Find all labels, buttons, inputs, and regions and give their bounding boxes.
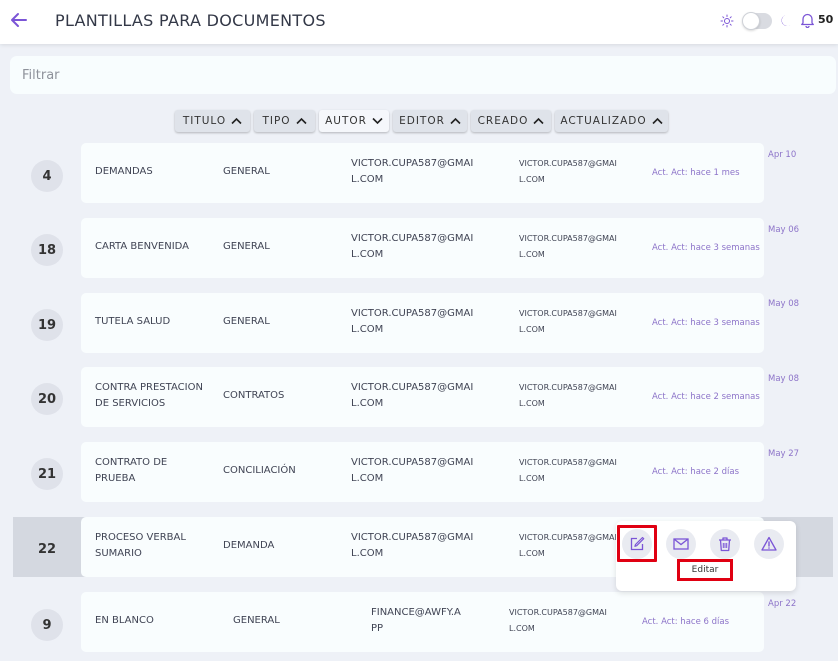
row-created-date: May 08 xyxy=(768,299,800,309)
notification-count: 50 xyxy=(818,13,834,26)
row-number: 22 xyxy=(37,541,57,557)
sort-titulo-button[interactable]: TITULO xyxy=(175,110,250,132)
chevron-up-icon xyxy=(231,117,242,125)
row-editor: VICTOR.CUPA587@GMAI L.COM xyxy=(519,309,617,334)
row-title: DEMANDAS xyxy=(95,166,153,177)
row-author: VICTOR.CUPA587@GMAI L.COM xyxy=(351,382,474,409)
send-email-button[interactable] xyxy=(666,529,696,559)
table-row[interactable]: CONTRATO DE PRUEBA CONCILIACIÓN VICTOR.CU… xyxy=(81,442,764,502)
warning-icon xyxy=(761,536,777,551)
edit-tooltip: Editar xyxy=(677,559,733,581)
chevron-up-icon xyxy=(652,117,663,125)
row-author: VICTOR.CUPA587@GMAI L.COM xyxy=(351,308,474,335)
chevron-up-icon xyxy=(450,117,461,125)
row-number: 19 xyxy=(31,309,63,341)
row-created-date: May 06 xyxy=(768,225,800,235)
theme-toggle[interactable] xyxy=(742,12,772,30)
sun-icon xyxy=(720,13,734,28)
row-author: VICTOR.CUPA587@GMAI L.COM xyxy=(351,233,474,260)
row-updated: Act. Act: hace 2 días xyxy=(652,467,740,477)
chevron-down-icon xyxy=(372,117,383,125)
sort-label: ACTUALIZADO xyxy=(560,115,647,127)
row-title: PROCESO VERBAL SUMARIO xyxy=(95,532,186,559)
row-updated: Act. Act: hace 3 semanas xyxy=(652,243,760,253)
row-editor: VICTOR.CUPA587@GMAI L.COM xyxy=(519,533,617,558)
row-number: 9 xyxy=(31,609,63,641)
page-title: PLANTILLAS PARA DOCUMENTOS xyxy=(55,11,326,30)
trash-icon xyxy=(719,537,731,552)
table-row[interactable]: TUTELA SALUD GENERAL VICTOR.CUPA587@GMAI… xyxy=(81,293,764,353)
row-type: CONCILIACIÓN xyxy=(223,465,296,476)
row-title: CONTRATO DE PRUEBA xyxy=(95,457,168,484)
row-created-date: Apr 10 xyxy=(768,150,797,160)
edit-button-highlight xyxy=(617,525,657,562)
sort-tipo-button[interactable]: TIPO xyxy=(254,110,315,132)
row-author: VICTOR.CUPA587@GMAI L.COM xyxy=(351,457,474,484)
row-type: GENERAL xyxy=(223,316,270,327)
table-row[interactable]: EN BLANCO GENERAL FINANCE@AWFY.A PP VICTO… xyxy=(81,592,764,652)
table-row[interactable]: DEMANDAS GENERAL VICTOR.CUPA587@GMAI L.CO… xyxy=(81,143,764,203)
row-type: DEMANDA xyxy=(223,540,275,551)
sort-label: TIPO xyxy=(262,115,291,127)
row-number: 18 xyxy=(31,234,63,266)
table-row[interactable]: CARTA BENVENIDA GENERAL VICTOR.CUPA587@G… xyxy=(81,218,764,278)
row-type: GENERAL xyxy=(223,166,270,177)
row-created-date: May 27 xyxy=(768,449,800,459)
bell-icon[interactable] xyxy=(800,12,815,29)
toggle-knob xyxy=(742,12,760,30)
sort-label: CREADO xyxy=(477,115,529,127)
filter-input[interactable] xyxy=(10,56,836,94)
sort-label: EDITOR xyxy=(399,115,445,127)
sort-creado-button[interactable]: CREADO xyxy=(471,110,551,132)
row-editor: VICTOR.CUPA587@GMAI L.COM xyxy=(519,458,617,483)
sort-label: TITULO xyxy=(182,115,227,127)
row-title: EN BLANCO xyxy=(95,615,154,626)
row-updated: Act. Act: hace 6 días xyxy=(642,617,730,627)
row-title: CARTA BENVENIDA xyxy=(95,241,190,252)
table-row[interactable]: CONTRA PRESTACION DE SERVICIOS CONTRATOS … xyxy=(81,367,764,427)
moon-icon xyxy=(780,13,793,27)
row-created-date: Apr 22 xyxy=(768,599,797,609)
row-updated: Act. Act: hace 2 semanas xyxy=(652,392,760,402)
sort-editor-button[interactable]: EDITOR xyxy=(393,110,467,132)
row-editor: VICTOR.CUPA587@GMAI L.COM xyxy=(519,159,617,184)
sort-actualizado-button[interactable]: ACTUALIZADO xyxy=(555,110,668,132)
chevron-up-icon xyxy=(533,117,544,125)
row-number: 20 xyxy=(31,383,63,415)
row-editor: VICTOR.CUPA587@GMAI L.COM xyxy=(519,234,617,259)
row-author: VICTOR.CUPA587@GMAI L.COM xyxy=(351,532,474,559)
row-number: 21 xyxy=(31,458,63,490)
sort-autor-button[interactable]: AUTOR xyxy=(319,110,389,132)
row-editor: VICTOR.CUPA587@GMAI L.COM xyxy=(509,608,607,633)
row-title: TUTELA SALUD xyxy=(95,316,171,327)
delete-button[interactable] xyxy=(710,529,740,559)
row-editor: VICTOR.CUPA587@GMAI L.COM xyxy=(519,383,617,408)
sort-label: AUTOR xyxy=(325,115,367,127)
back-arrow-icon[interactable] xyxy=(8,9,30,31)
report-button[interactable] xyxy=(754,529,784,559)
row-type: GENERAL xyxy=(223,241,270,252)
chevron-up-icon xyxy=(295,117,307,125)
row-author: FINANCE@AWFY.A PP xyxy=(371,607,461,634)
row-created-date: May 08 xyxy=(768,374,800,384)
row-updated: Act. Act: hace 3 semanas xyxy=(652,318,760,328)
row-title: CONTRA PRESTACION DE SERVICIOS xyxy=(95,382,203,409)
row-updated: Act. Act: hace 1 mes xyxy=(652,168,740,178)
row-type: CONTRATOS xyxy=(223,390,285,401)
mail-icon xyxy=(673,538,689,550)
row-type: GENERAL xyxy=(233,615,280,626)
row-number: 4 xyxy=(31,160,63,192)
filter-bar xyxy=(10,56,836,94)
row-author: VICTOR.CUPA587@GMAI L.COM xyxy=(351,158,474,185)
sort-bar: TITULO TIPO AUTOR EDITOR CREADO ACTUALIZ… xyxy=(175,110,668,132)
top-app-bar: PLANTILLAS PARA DOCUMENTOS 50 xyxy=(0,0,838,44)
